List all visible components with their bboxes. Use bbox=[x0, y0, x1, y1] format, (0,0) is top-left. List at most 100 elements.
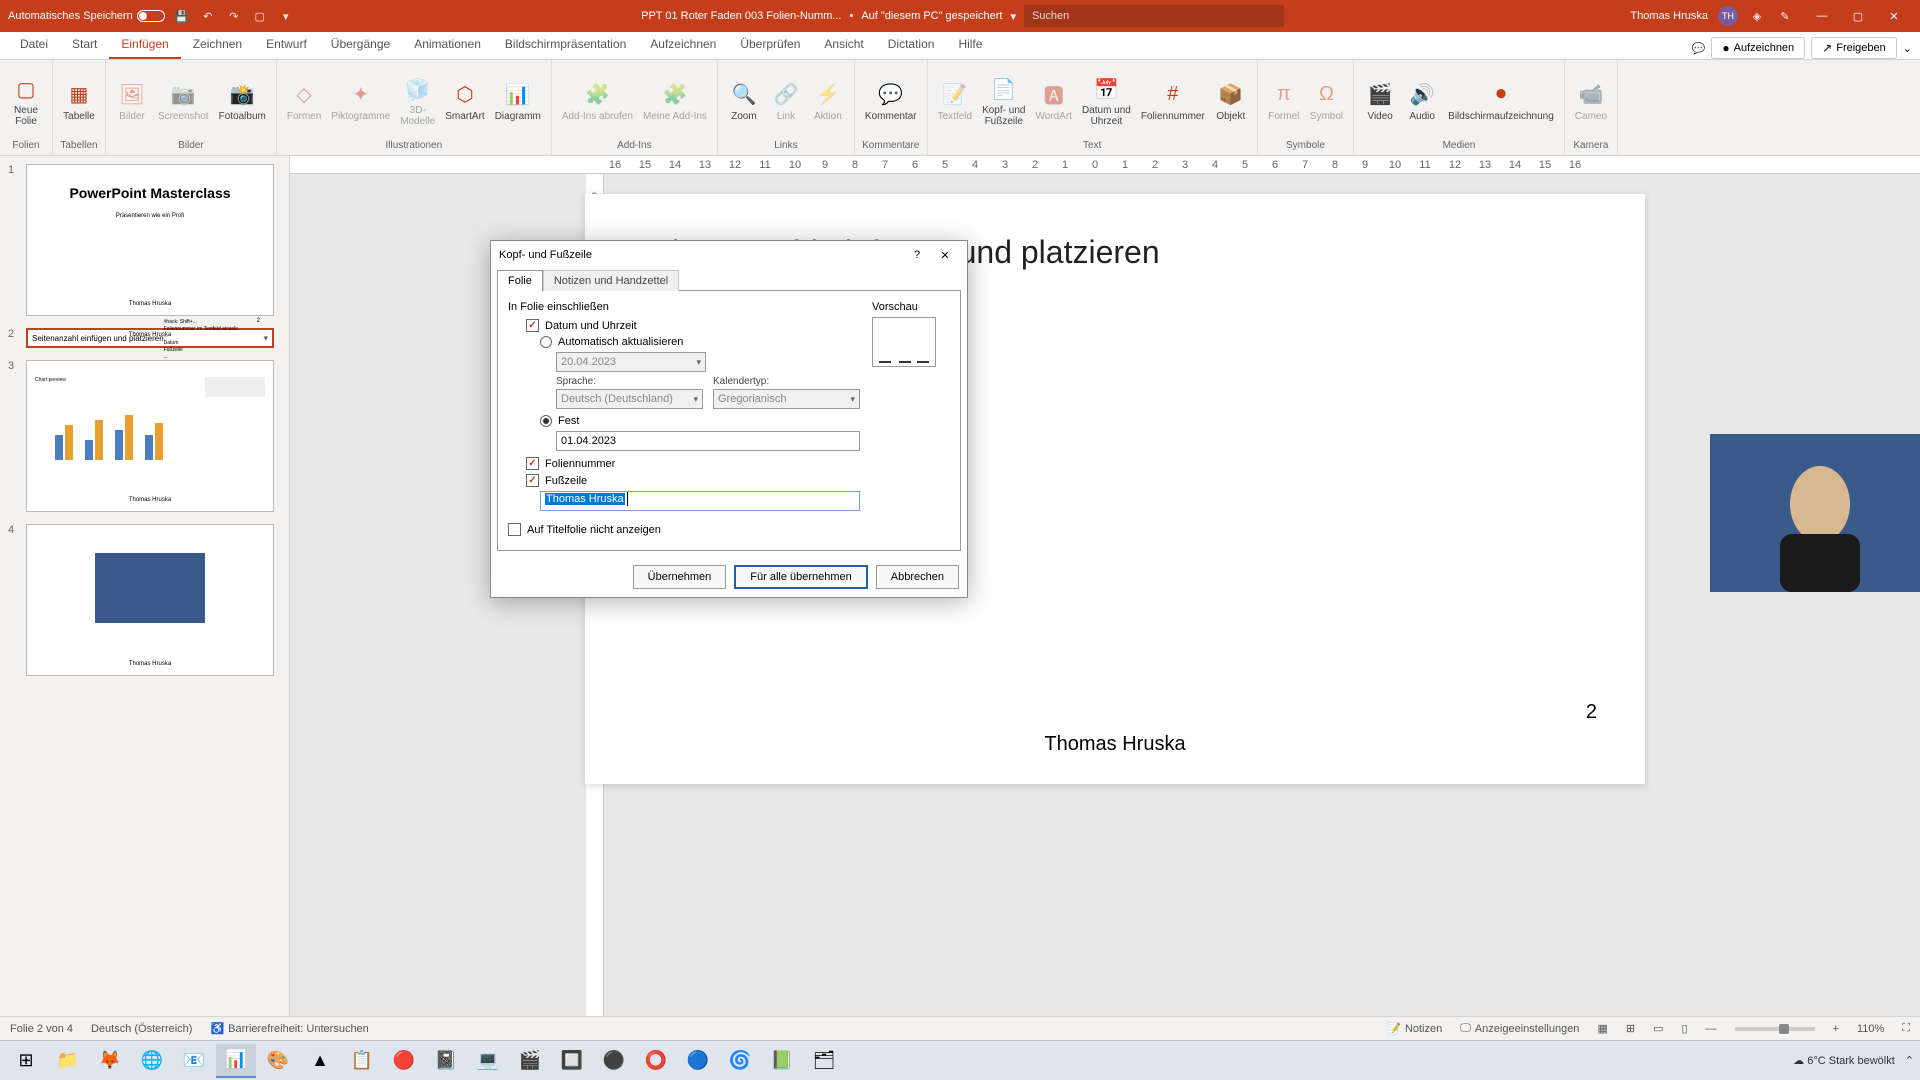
tab-überprüfen[interactable]: Überprüfen bbox=[728, 31, 812, 59]
checkbox-datetime[interactable] bbox=[526, 319, 539, 332]
app-icon[interactable]: 🔵 bbox=[678, 1044, 718, 1078]
explorer-icon[interactable]: 📁 bbox=[48, 1044, 88, 1078]
radio-fixed[interactable] bbox=[540, 415, 552, 427]
ribbon-datum und-uhrzeit[interactable]: 📅Datum undUhrzeit bbox=[1078, 73, 1135, 129]
ribbon-tabelle[interactable]: ▦Tabelle bbox=[59, 79, 99, 124]
slide-thumb-4[interactable]: Thomas Hruska bbox=[26, 524, 274, 676]
tab-notes[interactable]: Notizen und Handzettel bbox=[543, 270, 679, 291]
cancel-button[interactable]: Abbrechen bbox=[876, 565, 959, 589]
weather-widget[interactable]: ☁ 6°C Stark bewölkt bbox=[1793, 1054, 1895, 1067]
tab-start[interactable]: Start bbox=[60, 31, 109, 59]
ribbon-audio[interactable]: 🔊Audio bbox=[1402, 79, 1442, 124]
outlook-icon[interactable]: 📧 bbox=[174, 1044, 214, 1078]
ribbon-neue-folie[interactable]: ▢NeueFolie bbox=[6, 73, 46, 129]
accessibility-status[interactable]: ♿ Barrierefreiheit: Untersuchen bbox=[210, 1022, 368, 1035]
checkbox-slidenumber[interactable] bbox=[526, 457, 539, 470]
app-icon[interactable]: 🎬 bbox=[510, 1044, 550, 1078]
record-button[interactable]: ● Aufzeichnen bbox=[1711, 37, 1805, 59]
ribbon-tabs: DateiStartEinfügenZeichnenEntwurfÜbergän… bbox=[0, 32, 1920, 60]
tab-ansicht[interactable]: Ansicht bbox=[812, 31, 875, 59]
view-normal-icon[interactable]: ▦ bbox=[1597, 1022, 1607, 1035]
tab-entwurf[interactable]: Entwurf bbox=[254, 31, 319, 59]
input-footer[interactable]: Thomas Hruska bbox=[540, 491, 860, 511]
start-button[interactable]: ⊞ bbox=[6, 1044, 46, 1078]
tray-chevron-icon[interactable]: ⌃ bbox=[1905, 1054, 1914, 1067]
ribbon-foliennummer[interactable]: #Foliennummer bbox=[1137, 79, 1209, 124]
tab-zeichnen[interactable]: Zeichnen bbox=[181, 31, 254, 59]
checkbox-hide-title[interactable] bbox=[508, 523, 521, 536]
excel-icon[interactable]: 📗 bbox=[762, 1044, 802, 1078]
comments-toggle-icon[interactable]: 💬 bbox=[1692, 42, 1706, 55]
tab-slide[interactable]: Folie bbox=[497, 270, 543, 291]
tab-einfügen[interactable]: Einfügen bbox=[109, 31, 180, 59]
ribbon-chevron-icon[interactable]: ⌄ bbox=[1903, 42, 1912, 55]
ribbon-bildschirmaufzeichnung[interactable]: ⏺Bildschirmaufzeichnung bbox=[1444, 79, 1558, 124]
ribbon-kopf- und-fußzeile[interactable]: 📄Kopf- undFußzeile bbox=[978, 73, 1029, 129]
apply-button[interactable]: Übernehmen bbox=[633, 565, 727, 589]
ribbon-zoom[interactable]: 🔍Zoom bbox=[724, 79, 764, 124]
ribbon-smartart[interactable]: ⬡SmartArt bbox=[441, 79, 488, 124]
tab-bildschirmpräsentation[interactable]: Bildschirmpräsentation bbox=[493, 31, 638, 59]
tab-hilfe[interactable]: Hilfe bbox=[946, 31, 994, 59]
slide-thumb-1[interactable]: PowerPoint MasterclassPräsentieren wie e… bbox=[26, 164, 274, 316]
input-fixed-date[interactable] bbox=[556, 431, 860, 451]
tab-animationen[interactable]: Animationen bbox=[402, 31, 493, 59]
save-icon[interactable]: 💾 bbox=[173, 7, 191, 25]
firefox-icon[interactable]: 🦊 bbox=[90, 1044, 130, 1078]
tab-datei[interactable]: Datei bbox=[8, 31, 60, 59]
vlc-icon[interactable]: ▲ bbox=[300, 1044, 340, 1078]
more-icon[interactable]: ▾ bbox=[277, 7, 295, 25]
powerpoint-icon[interactable]: 📊 bbox=[216, 1044, 256, 1078]
apply-all-button[interactable]: Für alle übernehmen bbox=[734, 565, 868, 589]
present-icon[interactable]: ▢ bbox=[251, 7, 269, 25]
view-sorter-icon[interactable]: ⊞ bbox=[1626, 1022, 1635, 1035]
display-settings[interactable]: 🖵 Anzeigeeinstellungen bbox=[1460, 1022, 1579, 1035]
chrome-icon[interactable]: 🌐 bbox=[132, 1044, 172, 1078]
checkbox-footer[interactable] bbox=[526, 474, 539, 487]
onenote-icon[interactable]: 📓 bbox=[426, 1044, 466, 1078]
maximize-icon[interactable]: ▢ bbox=[1840, 0, 1876, 32]
redo-icon[interactable]: ↷ bbox=[225, 7, 243, 25]
app-icon[interactable]: 🎨 bbox=[258, 1044, 298, 1078]
search-input[interactable] bbox=[1024, 5, 1284, 27]
app-icon[interactable]: ✎ bbox=[1776, 7, 1794, 25]
edge-icon[interactable]: 🌀 bbox=[720, 1044, 760, 1078]
slide-thumb-2[interactable]: Seitenanzahl einfügen und platzieren#hac… bbox=[26, 328, 274, 348]
ribbon-video[interactable]: 🎬Video bbox=[1360, 79, 1400, 124]
app-icon[interactable]: ⭕ bbox=[636, 1044, 676, 1078]
app-icon[interactable]: 📋 bbox=[342, 1044, 382, 1078]
zoom-level[interactable]: 110% bbox=[1857, 1023, 1884, 1035]
user-avatar[interactable]: TH bbox=[1718, 6, 1738, 26]
slide-panel[interactable]: 1PowerPoint MasterclassPräsentieren wie … bbox=[0, 156, 290, 1016]
close-icon[interactable]: ✕ bbox=[1876, 0, 1912, 32]
tab-übergänge[interactable]: Übergänge bbox=[319, 31, 402, 59]
select-auto-date[interactable]: 20.04.2023 bbox=[556, 352, 706, 372]
dialog-close-icon[interactable]: ✕ bbox=[931, 243, 959, 267]
vscode-icon[interactable]: 💻 bbox=[468, 1044, 508, 1078]
language-status[interactable]: Deutsch (Österreich) bbox=[91, 1023, 192, 1035]
select-calendar[interactable]: Gregorianisch bbox=[713, 389, 860, 409]
view-slideshow-icon[interactable]: ▯ bbox=[1681, 1022, 1687, 1035]
notes-button[interactable]: 📝 Notizen bbox=[1387, 1022, 1442, 1035]
ribbon-kommentar[interactable]: 💬Kommentar bbox=[861, 79, 921, 124]
app-icon[interactable]: 🔴 bbox=[384, 1044, 424, 1078]
ribbon-fotoalbum[interactable]: 📸Fotoalbum bbox=[215, 79, 270, 124]
cloud-icon[interactable]: ◈ bbox=[1748, 7, 1766, 25]
tab-dictation[interactable]: Dictation bbox=[876, 31, 947, 59]
ribbon-diagramm[interactable]: 📊Diagramm bbox=[491, 79, 545, 124]
view-reading-icon[interactable]: ▭ bbox=[1653, 1022, 1663, 1035]
autosave-toggle[interactable]: Automatisches Speichern bbox=[8, 10, 165, 22]
radio-auto[interactable] bbox=[540, 336, 552, 348]
app-icon[interactable]: 🔲 bbox=[552, 1044, 592, 1078]
ribbon-objekt[interactable]: 📦Objekt bbox=[1211, 79, 1251, 124]
app-icon[interactable]: 🗂 bbox=[804, 1044, 844, 1078]
undo-icon[interactable]: ↶ bbox=[199, 7, 217, 25]
obs-icon[interactable]: ⚫ bbox=[594, 1044, 634, 1078]
share-button[interactable]: ↗ Freigeben bbox=[1811, 37, 1897, 59]
slide-thumb-3[interactable]: Chart previewThomas Hruska bbox=[26, 360, 274, 512]
minimize-icon[interactable]: — bbox=[1804, 0, 1840, 32]
select-language[interactable]: Deutsch (Deutschland) bbox=[556, 389, 703, 409]
help-icon[interactable]: ? bbox=[903, 243, 931, 267]
fit-icon[interactable]: ⛶ bbox=[1902, 1022, 1910, 1035]
tab-aufzeichnen[interactable]: Aufzeichnen bbox=[638, 31, 728, 59]
